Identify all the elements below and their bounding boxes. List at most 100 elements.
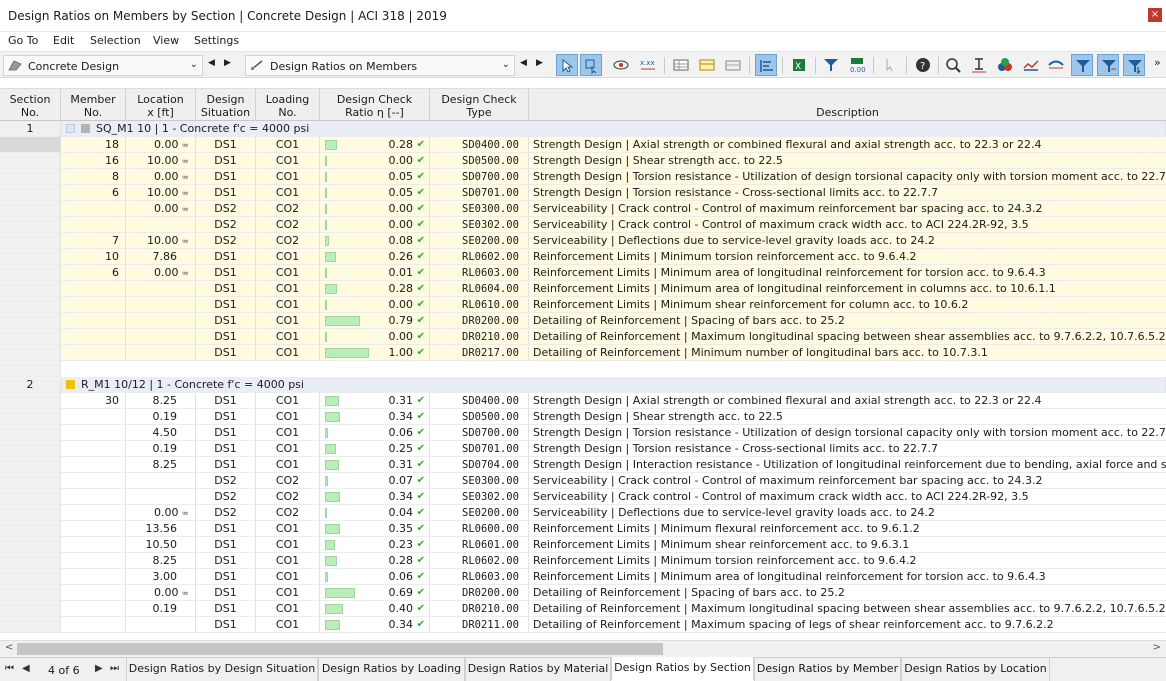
loading-cell[interactable]: CO1 — [256, 265, 320, 281]
loading-cell[interactable]: CO2 — [256, 217, 320, 233]
member-cell[interactable]: 8 — [61, 169, 126, 185]
description-cell[interactable]: Strength Design | Shear strength acc. to… — [529, 409, 1166, 425]
loading-cell[interactable]: CO1 — [256, 457, 320, 473]
tab-by-location[interactable]: Design Ratios by Location — [901, 658, 1050, 681]
description-cell[interactable]: Strength Design | Torsion resistance - C… — [529, 441, 1166, 457]
loading-cell[interactable]: CO1 — [256, 281, 320, 297]
xxx-values-button[interactable]: x.xx — [637, 54, 659, 76]
location-cell[interactable]: 10.00 ≖ — [126, 185, 196, 201]
member-cell[interactable] — [61, 329, 126, 345]
table-button[interactable] — [670, 54, 692, 76]
scroll-right-icon[interactable]: > — [1153, 642, 1161, 653]
loading-cell[interactable]: CO1 — [256, 153, 320, 169]
table-row[interactable]: 4.50 DS1 CO1 0.06 ✔ SD0700.00 Strength Design … — [0, 425, 1166, 441]
select-in-model-button[interactable] — [556, 54, 578, 76]
loading-cell[interactable]: CO2 — [256, 233, 320, 249]
col-header-situation[interactable]: Design Situation — [196, 89, 256, 121]
design-situation-cell[interactable]: DS1 — [196, 313, 256, 329]
member-cell[interactable] — [61, 297, 126, 313]
design-check-type-cell[interactable]: RL0603.00 — [430, 265, 529, 281]
location-cell[interactable] — [126, 489, 196, 505]
prev-page-button[interactable]: ◀ — [22, 663, 30, 674]
tab-by-section[interactable]: Design Ratios by Section — [611, 657, 754, 681]
design-check-type-cell[interactable]: RL0603.00 — [430, 569, 529, 585]
loading-cell[interactable]: CO1 — [256, 185, 320, 201]
description-cell[interactable]: Serviceability | Deflections due to serv… — [529, 233, 1166, 249]
location-cell[interactable]: 0.19 — [126, 409, 196, 425]
member-cell[interactable] — [61, 569, 126, 585]
filter-ratio-button[interactable] — [1097, 54, 1119, 76]
description-cell[interactable]: Reinforcement Limits | Minimum area of l… — [529, 265, 1166, 281]
menu-view[interactable]: View — [153, 34, 179, 47]
horizontal-scrollbar[interactable]: < > — [0, 640, 1166, 657]
loading-cell[interactable]: CO1 — [256, 521, 320, 537]
description-cell[interactable]: Detailing of Reinforcement | Spacing of … — [529, 313, 1166, 329]
diagram-button[interactable] — [1020, 54, 1042, 76]
ratio-cell[interactable]: 0.00 ✔ — [320, 201, 430, 217]
tab-by-material[interactable]: Design Ratios by Material — [465, 658, 611, 681]
description-cell[interactable]: Reinforcement Limits | Minimum shear rei… — [529, 537, 1166, 553]
member-cell[interactable] — [61, 345, 126, 361]
member-cell[interactable] — [61, 409, 126, 425]
design-situation-cell[interactable]: DS1 — [196, 537, 256, 553]
scroll-left-icon[interactable]: < — [5, 642, 13, 653]
description-cell[interactable]: Strength Design | Torsion resistance - C… — [529, 185, 1166, 201]
col-header-description[interactable]: Description — [529, 89, 1166, 121]
loading-cell[interactable]: CO1 — [256, 169, 320, 185]
loading-cell[interactable]: CO1 — [256, 137, 320, 153]
member-cell[interactable]: 7 — [61, 233, 126, 249]
design-check-type-cell[interactable]: DR0211.00 — [430, 617, 529, 633]
location-cell[interactable]: 10.00 ≖ — [126, 153, 196, 169]
colors-button[interactable] — [994, 54, 1016, 76]
description-cell[interactable]: Detailing of Reinforcement | Maximum lon… — [529, 601, 1166, 617]
design-situation-cell[interactable]: DS2 — [196, 505, 256, 521]
description-cell[interactable]: Serviceability | Crack control - Control… — [529, 217, 1166, 233]
col-header-type[interactable]: Design Check Type — [430, 89, 529, 121]
menu-edit[interactable]: Edit — [53, 34, 74, 47]
ratio-cell[interactable]: 0.40 ✔ — [320, 601, 430, 617]
table-row[interactable]: 7 10.00 ≖ DS2 CO2 0.08 ✔ SE0200.00 Serviceabilit… — [0, 233, 1166, 249]
member-cell[interactable]: 18 — [61, 137, 126, 153]
member-cell[interactable] — [61, 553, 126, 569]
table-row[interactable]: 30 8.25 DS1 CO1 0.31 ✔ SD0400.00 Strength Desig… — [0, 393, 1166, 409]
module-next-button[interactable]: ▶ — [224, 58, 231, 68]
table-row[interactable]: 0.00 ≖ DS1 CO1 0.69 ✔ DR0200.00 Detailing of Re… — [0, 585, 1166, 601]
design-situation-cell[interactable]: DS2 — [196, 473, 256, 489]
location-cell[interactable] — [126, 329, 196, 345]
design-check-type-cell[interactable]: SE0300.00 — [430, 201, 529, 217]
description-cell[interactable]: Strength Design | Torsion resistance - U… — [529, 425, 1166, 441]
design-situation-cell[interactable]: DS1 — [196, 617, 256, 633]
design-situation-cell[interactable]: DS1 — [196, 169, 256, 185]
table-row[interactable]: 8.25 DS1 CO1 0.28 ✔ RL0602.00 Reinforcement Li… — [0, 553, 1166, 569]
design-check-type-cell[interactable]: SD0500.00 — [430, 409, 529, 425]
location-cell[interactable] — [126, 473, 196, 489]
ratio-cell[interactable]: 0.00 ✔ — [320, 217, 430, 233]
design-check-type-cell[interactable]: RL0604.00 — [430, 281, 529, 297]
loading-cell[interactable]: CO1 — [256, 425, 320, 441]
ratio-cell[interactable]: 0.01 ✔ — [320, 265, 430, 281]
tab-by-member[interactable]: Design Ratios by Member — [754, 658, 901, 681]
table-row[interactable]: 0.00 ≖ DS2 CO2 0.04 ✔ SE0200.00 Serviceability … — [0, 505, 1166, 521]
member-cell[interactable]: 16 — [61, 153, 126, 169]
design-situation-cell[interactable]: DS1 — [196, 329, 256, 345]
member-cell[interactable] — [61, 441, 126, 457]
location-cell[interactable]: 8.25 — [126, 553, 196, 569]
design-situation-cell[interactable]: DS2 — [196, 233, 256, 249]
loading-cell[interactable]: CO1 — [256, 553, 320, 569]
design-situation-cell[interactable]: DS1 — [196, 153, 256, 169]
table-row[interactable]: 3.00 DS1 CO1 0.06 ✔ RL0603.00 Reinforcement Li… — [0, 569, 1166, 585]
design-situation-cell[interactable]: DS2 — [196, 217, 256, 233]
table-row[interactable]: DS1 CO1 0.28 ✔ RL0604.00 Reinforcement Limits… — [0, 281, 1166, 297]
design-situation-cell[interactable]: DS1 — [196, 409, 256, 425]
design-situation-cell[interactable]: DS1 — [196, 249, 256, 265]
location-cell[interactable]: 13.56 — [126, 521, 196, 537]
loading-cell[interactable]: CO1 — [256, 249, 320, 265]
help-button[interactable]: ? — [912, 54, 934, 76]
loading-cell[interactable]: CO1 — [256, 409, 320, 425]
zero-values-button[interactable]: 0.00 — [846, 54, 868, 76]
col-header-location[interactable]: Location x [ft] — [126, 89, 196, 121]
location-cell[interactable] — [126, 297, 196, 313]
location-cell[interactable]: 0.00 ≖ — [126, 265, 196, 281]
filter-active-button[interactable] — [1071, 54, 1093, 76]
table-yellow-button[interactable] — [696, 54, 718, 76]
